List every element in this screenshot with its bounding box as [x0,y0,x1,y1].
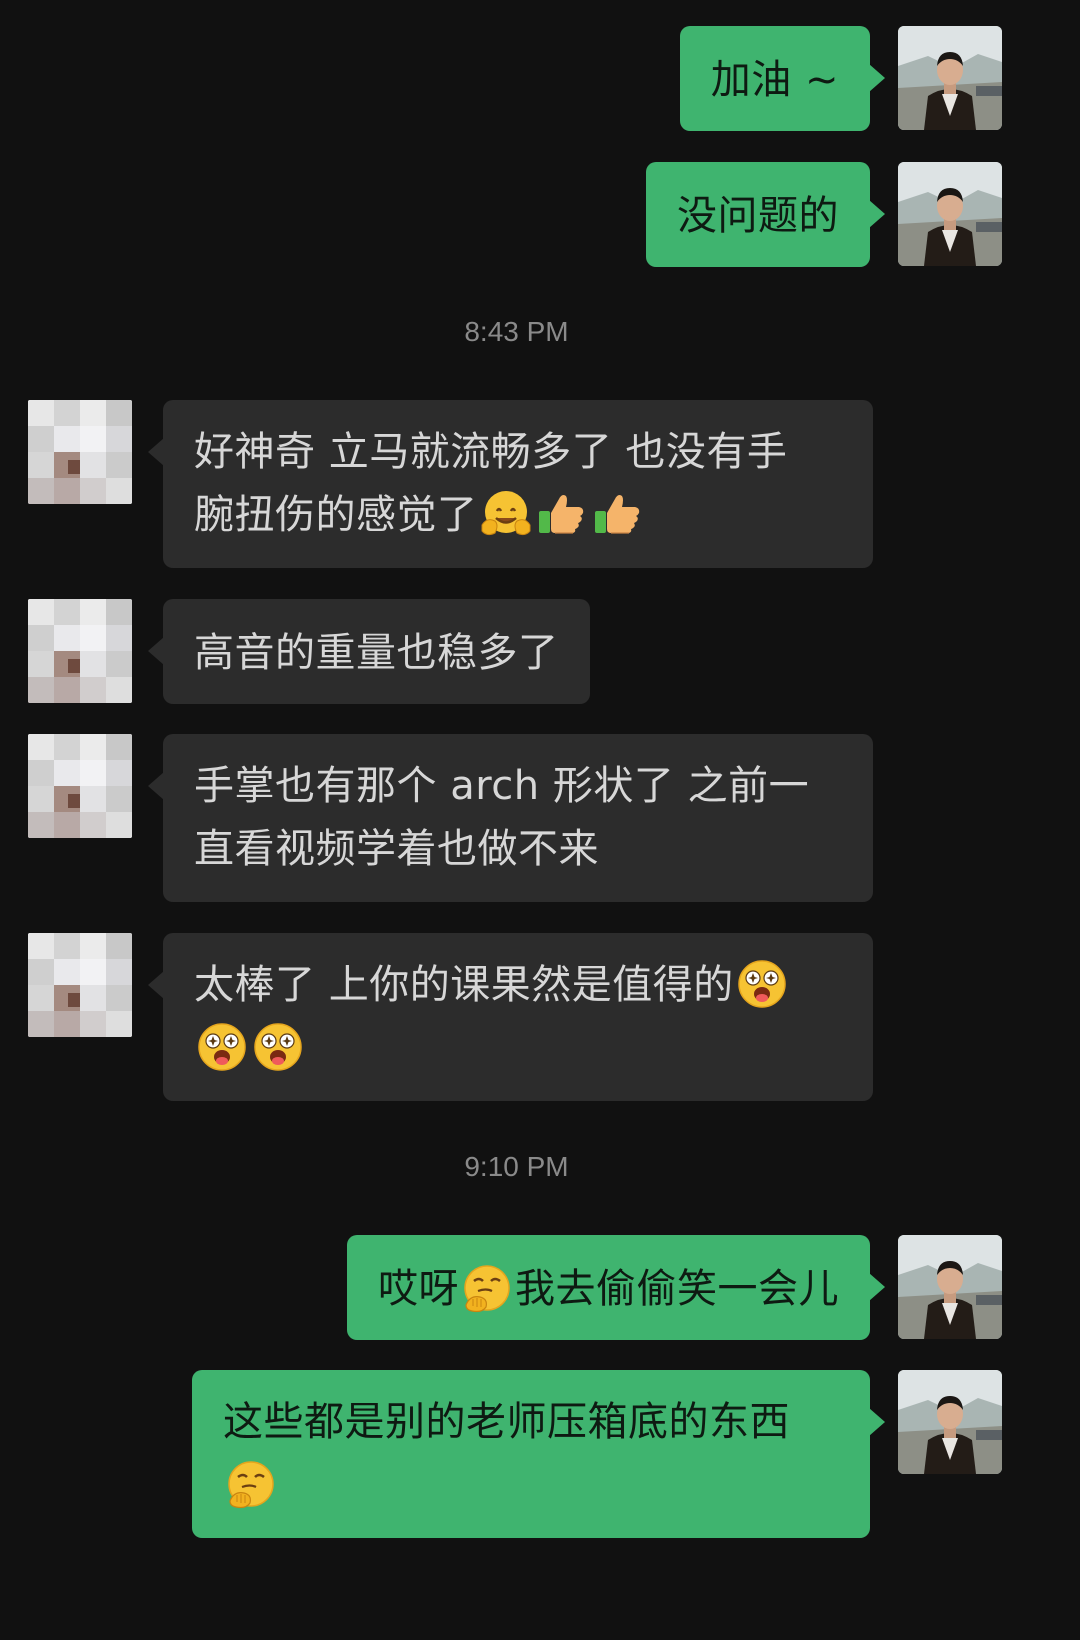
incoming-message-bubble[interactable]: 高音的重量也稳多了 [148,599,590,704]
star-struck-tongue-icon [735,957,789,1011]
message-text: 哎呀 [378,1266,459,1312]
my-avatar[interactable] [898,162,1002,266]
thumbs-up-icon [591,487,645,541]
message-timestamp: 8:43 PM [464,316,569,347]
contact-avatar[interactable] [28,599,132,703]
thumbs-up-icon [535,487,589,541]
outgoing-message-bubble[interactable]: 加油 ~ [679,26,886,131]
message-text: 加油 ~ [710,57,839,103]
user-photo-icon [898,1235,1002,1339]
user-photo-icon [898,1370,1002,1474]
user-photo-icon [898,162,1002,266]
star-struck-tongue-icon [195,1020,249,1074]
outgoing-message-bubble[interactable]: 这些都是别的老师压箱底的东西 [192,1370,885,1538]
contact-avatar[interactable] [28,734,132,838]
message-text-line: 这些都是别的老师压箱底的东西 [223,1399,790,1445]
message-text: 高音的重量也稳多了 [194,630,559,676]
incoming-message-bubble[interactable]: 好神奇 立马就流畅多了 也没有手 腕扭伤的感觉了 [148,400,873,568]
message-text: 太棒了 上你的课果然是值得的 [194,962,734,1008]
message-text-line: 太棒了 上你的课果然是值得的 [194,954,842,1017]
message-text-line [194,1017,842,1080]
message-row: 好神奇 立马就流畅多了 也没有手 腕扭伤的感觉了 [0,400,1033,568]
message-text: 腕扭伤的感觉了 [194,492,478,538]
incoming-message-bubble[interactable]: 手掌也有那个 arch 形状了 之前一 直看视频学着也做不来 [148,734,873,902]
outgoing-message-bubble[interactable]: 没问题的 [646,162,885,267]
message-timestamp: 9:10 PM [464,1151,569,1182]
message-row: 手掌也有那个 arch 形状了 之前一 直看视频学着也做不来 [0,734,1033,902]
contact-avatar[interactable] [28,400,132,504]
user-photo-icon [898,26,1002,130]
pixelated-photo-icon [28,400,132,504]
message-text-line: 好神奇 立马就流畅多了 也没有手 [194,429,788,475]
pixelated-photo-icon [28,933,132,1037]
my-avatar[interactable] [898,26,1002,130]
snickering-face-icon [460,1261,514,1315]
snickering-face-icon [224,1457,278,1511]
message-text-line: 腕扭伤的感觉了 [194,484,842,547]
message-row: 没问题的 [0,162,1033,267]
chat-view[interactable]: 加油 ~ 没问题的 8:43 PM 好神奇 立马就流畅多了 也没有手 腕扭伤的感… [0,0,1033,1568]
message-row: 高音的重量也稳多了 [0,599,1033,704]
message-text-line: 手掌也有那个 arch 形状了 之前一 [194,763,810,809]
pixelated-photo-icon [28,599,132,703]
star-struck-tongue-icon [251,1020,305,1074]
message-text-line [223,1454,839,1517]
message-text: 我去偷偷笑一会儿 [515,1266,839,1312]
pixelated-photo-icon [28,734,132,838]
message-row: 这些都是别的老师压箱底的东西 [0,1370,1033,1538]
outgoing-message-bubble[interactable]: 哎呀 我去偷偷笑一会儿 [347,1235,885,1340]
message-text: 没问题的 [677,193,839,239]
my-avatar[interactable] [898,1235,1002,1339]
message-row: 哎呀 我去偷偷笑一会儿 [0,1235,1033,1340]
message-row: 加油 ~ [0,26,1033,131]
my-avatar[interactable] [898,1370,1002,1474]
message-row: 太棒了 上你的课果然是值得的 [0,933,1033,1101]
incoming-message-bubble[interactable]: 太棒了 上你的课果然是值得的 [148,933,873,1101]
contact-avatar[interactable] [28,933,132,1037]
hugging-face-icon [479,487,533,541]
message-text-line: 直看视频学着也做不来 [194,826,599,872]
